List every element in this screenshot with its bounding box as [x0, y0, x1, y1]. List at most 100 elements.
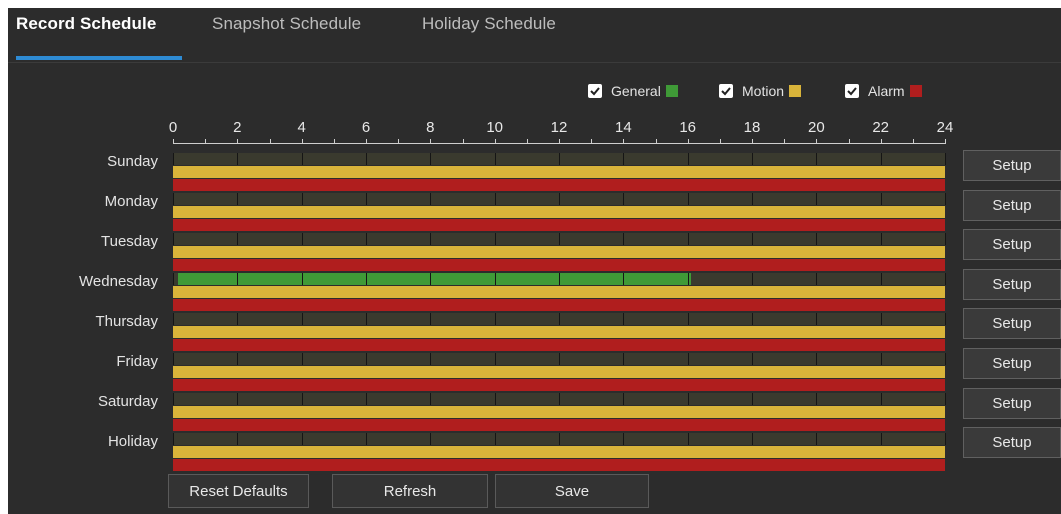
hour-tick-label: 16 [679, 119, 696, 136]
grid-tick [366, 233, 367, 245]
legend: General Motion Alarm [8, 80, 1061, 102]
record-schedule-panel: Record Schedule Snapshot Schedule Holida… [8, 8, 1061, 514]
legend-general[interactable]: General [588, 80, 678, 102]
motion-bar [173, 446, 945, 458]
schedule-grid[interactable]: Sunday Monday Tuesday Wednesday Thursday Frid… [79, 139, 946, 471]
setup-button-saturday[interactable]: Setup [963, 387, 1061, 419]
grid-tick [237, 233, 239, 245]
grid-tick [945, 313, 946, 325]
day-row-friday[interactable]: Friday [116, 353, 946, 393]
day-row-monday[interactable]: Monday [105, 193, 946, 233]
grid-tick [430, 193, 432, 205]
day-row-holiday[interactable]: Holiday [108, 433, 946, 473]
hour-tick-mark [816, 139, 818, 144]
grid-tick [945, 233, 946, 245]
grid-tick [366, 393, 367, 405]
setup-button-wednesday[interactable]: Setup [963, 268, 1061, 300]
refresh-button[interactable]: Refresh [332, 474, 488, 508]
grid-tick [687, 393, 689, 405]
general-bar [177, 273, 691, 285]
grid-tick [752, 153, 753, 165]
grid-tick [880, 313, 882, 325]
general-swatch [665, 85, 678, 97]
day-row-saturday[interactable]: Saturday [98, 393, 946, 433]
alarm-bar [173, 179, 945, 191]
tab-holiday-schedule[interactable]: Holiday Schedule [422, 14, 556, 34]
grid-tick [945, 433, 946, 445]
grid-tick [237, 273, 239, 285]
day-row-thursday[interactable]: Thursday [95, 313, 946, 353]
tab-record-schedule[interactable]: Record Schedule [16, 14, 156, 34]
grid-tick [366, 273, 367, 285]
hour-tick-mark [784, 139, 786, 144]
hour-tick-mark [752, 139, 753, 144]
hour-tick-mark [526, 139, 528, 144]
motion-bar [173, 246, 945, 258]
hour-tick-label: 6 [361, 119, 371, 136]
day-row-wednesday[interactable]: Wednesday [79, 273, 946, 313]
grid-tick [494, 393, 496, 405]
grid-tick [237, 433, 239, 445]
hour-tick-label: 2 [233, 119, 242, 136]
reset-defaults-button[interactable]: Reset Defaults [168, 474, 309, 508]
grid-tick [366, 353, 367, 365]
alarm-swatch [909, 85, 922, 97]
hour-tick-label: 20 [807, 119, 825, 136]
grid-tick [301, 193, 303, 205]
setup-button-sunday[interactable]: Setup [963, 150, 1061, 181]
setup-button-thursday[interactable]: Setup [963, 308, 1061, 340]
grid-tick [366, 313, 367, 325]
grid-tick [880, 353, 882, 365]
day-row-sunday[interactable]: Sunday [107, 153, 946, 193]
grid-tick [237, 353, 239, 365]
motion-bar [173, 286, 945, 298]
legend-alarm[interactable]: Alarm [845, 80, 922, 102]
setup-button-monday[interactable]: Setup [963, 189, 1061, 221]
hour-tick-mark [623, 139, 625, 144]
alarm-checkbox[interactable] [845, 84, 859, 98]
grid-tick [623, 193, 625, 205]
grid-tick [494, 273, 496, 285]
hour-tick-mark [591, 139, 593, 144]
grid-tick [173, 433, 174, 445]
alarm-bar [173, 219, 945, 231]
day-row-tuesday[interactable]: Tuesday [101, 233, 946, 273]
tab-snapshot-schedule[interactable]: Snapshot Schedule [212, 14, 361, 34]
hour-tick-mark [687, 139, 689, 144]
setup-button-friday[interactable]: Setup [963, 348, 1061, 379]
grid-tick [816, 433, 818, 445]
grid-tick [752, 273, 753, 285]
alarm-bar [173, 379, 945, 391]
setup-button-holiday[interactable]: Setup [963, 427, 1061, 459]
legend-motion[interactable]: Motion [719, 80, 802, 102]
active-tab-indicator [16, 56, 182, 60]
grid-tick [945, 153, 946, 165]
hour-tick-label: 24 [936, 119, 954, 136]
grid-tick [301, 153, 303, 165]
grid-tick [880, 233, 882, 245]
grid-tick [173, 233, 174, 245]
grid-tick [816, 273, 818, 285]
grid-tick [816, 233, 818, 245]
hour-tick-label: 10 [486, 119, 503, 136]
motion-checkbox[interactable] [719, 84, 733, 98]
general-checkbox[interactable] [588, 84, 602, 98]
hour-tick-mark [173, 139, 174, 144]
hour-tick-mark [719, 139, 721, 144]
grid-tick [816, 393, 818, 405]
motion-bar [173, 166, 945, 178]
grid-tick [173, 193, 174, 205]
grid-tick [494, 193, 496, 205]
alarm-bar [173, 419, 945, 431]
hour-tick-mark [462, 139, 464, 144]
setup-button-tuesday[interactable]: Setup [963, 229, 1061, 261]
save-button[interactable]: Save [495, 474, 649, 508]
motion-bar [173, 406, 945, 418]
grid-tick [301, 273, 303, 285]
grid-tick [687, 433, 689, 445]
grid-tick [430, 233, 432, 245]
grid-tick [687, 233, 689, 245]
grid-tick [430, 273, 432, 285]
day-label: Saturday [97, 393, 158, 410]
hour-tick-mark [398, 139, 400, 144]
